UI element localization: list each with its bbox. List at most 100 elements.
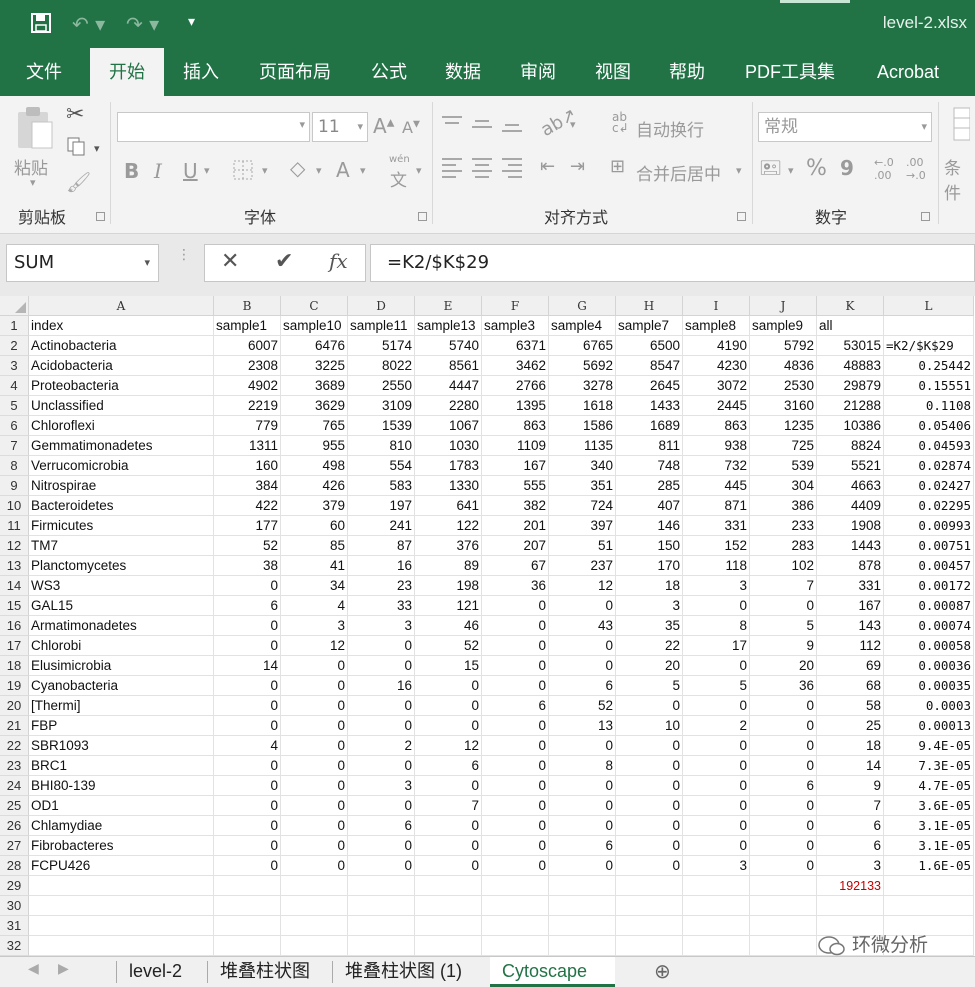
cell-a32[interactable]	[29, 936, 214, 956]
cell-f3[interactable]: 3462	[482, 356, 549, 376]
cell-a30[interactable]	[29, 896, 214, 916]
cell-h23[interactable]: 0	[616, 756, 683, 776]
tab-insert[interactable]: 插入	[172, 48, 230, 96]
tab-home[interactable]: 开始	[90, 48, 164, 96]
cell-i15[interactable]: 0	[683, 596, 750, 616]
cell-j27[interactable]: 0	[750, 836, 817, 856]
cell-l23[interactable]: 7.3E-05	[884, 756, 974, 776]
cell-k3[interactable]: 48883	[817, 356, 884, 376]
cell-b15[interactable]: 6	[214, 596, 281, 616]
cell-l1[interactable]	[884, 316, 974, 336]
cell-h24[interactable]: 0	[616, 776, 683, 796]
cell-c31[interactable]	[281, 916, 348, 936]
cell-k29[interactable]: 192133	[817, 876, 884, 896]
accounting-format-icon[interactable]: 🖭	[760, 156, 781, 186]
cell-c24[interactable]: 0	[281, 776, 348, 796]
cell-k9[interactable]: 4663	[817, 476, 884, 496]
cell-g8[interactable]: 340	[549, 456, 616, 476]
cell-j25[interactable]: 0	[750, 796, 817, 816]
cell-b8[interactable]: 160	[214, 456, 281, 476]
cell-i27[interactable]: 0	[683, 836, 750, 856]
cell-i14[interactable]: 3	[683, 576, 750, 596]
cell-f14[interactable]: 36	[482, 576, 549, 596]
cell-e29[interactable]	[415, 876, 482, 896]
cell-j2[interactable]: 5792	[750, 336, 817, 356]
column-header-i[interactable]: I	[683, 296, 750, 316]
cell-d18[interactable]: 0	[348, 656, 415, 676]
row-header[interactable]: 6	[0, 416, 29, 436]
increase-font-size-icon[interactable]: A▲	[373, 114, 394, 138]
cell-k11[interactable]: 1908	[817, 516, 884, 536]
decrease-decimal-button[interactable]: .00 →.0	[906, 156, 926, 182]
cell-b21[interactable]: 0	[214, 716, 281, 736]
cell-j12[interactable]: 283	[750, 536, 817, 556]
cell-k14[interactable]: 331	[817, 576, 884, 596]
cell-k25[interactable]: 7	[817, 796, 884, 816]
cell-f23[interactable]: 0	[482, 756, 549, 776]
cell-l19[interactable]: 0.00035	[884, 676, 974, 696]
cell-k2[interactable]: 53015	[817, 336, 884, 356]
cell-j6[interactable]: 1235	[750, 416, 817, 436]
cell-d7[interactable]: 810	[348, 436, 415, 456]
cell-d3[interactable]: 8022	[348, 356, 415, 376]
align-right-icon[interactable]	[502, 158, 524, 180]
cell-h3[interactable]: 8547	[616, 356, 683, 376]
cell-f22[interactable]: 0	[482, 736, 549, 756]
cell-b6[interactable]: 779	[214, 416, 281, 436]
cell-l8[interactable]: 0.02874	[884, 456, 974, 476]
cell-b2[interactable]: 6007	[214, 336, 281, 356]
cell-i19[interactable]: 5	[683, 676, 750, 696]
cell-h26[interactable]: 0	[616, 816, 683, 836]
cell-l6[interactable]: 0.05406	[884, 416, 974, 436]
cell-f28[interactable]: 0	[482, 856, 549, 876]
merge-center-icon[interactable]: ⊞	[610, 156, 625, 177]
cell-f2[interactable]: 6371	[482, 336, 549, 356]
cell-k21[interactable]: 25	[817, 716, 884, 736]
cell-c26[interactable]: 0	[281, 816, 348, 836]
cell-j17[interactable]: 9	[750, 636, 817, 656]
cell-e24[interactable]: 0	[415, 776, 482, 796]
cell-l29[interactable]	[884, 876, 974, 896]
cell-k28[interactable]: 3	[817, 856, 884, 876]
fill-color-dropdown-icon[interactable]: ▾	[316, 164, 322, 177]
cell-g18[interactable]: 0	[549, 656, 616, 676]
cell-i23[interactable]: 0	[683, 756, 750, 776]
cell-c10[interactable]: 379	[281, 496, 348, 516]
cell-d9[interactable]: 583	[348, 476, 415, 496]
insert-function-icon[interactable]: fx	[329, 249, 348, 273]
cell-c2[interactable]: 6476	[281, 336, 348, 356]
cell-i30[interactable]	[683, 896, 750, 916]
cell-j19[interactable]: 36	[750, 676, 817, 696]
cell-j3[interactable]: 4836	[750, 356, 817, 376]
tab-review[interactable]: 审阅	[509, 48, 567, 96]
cell-g22[interactable]: 0	[549, 736, 616, 756]
cell-d14[interactable]: 23	[348, 576, 415, 596]
cell-c16[interactable]: 3	[281, 616, 348, 636]
cell-d31[interactable]	[348, 916, 415, 936]
cell-c17[interactable]: 12	[281, 636, 348, 656]
cell-e6[interactable]: 1067	[415, 416, 482, 436]
column-header-f[interactable]: F	[482, 296, 549, 316]
cell-d15[interactable]: 33	[348, 596, 415, 616]
cell-i2[interactable]: 4190	[683, 336, 750, 356]
cell-b18[interactable]: 14	[214, 656, 281, 676]
cell-k5[interactable]: 21288	[817, 396, 884, 416]
cell-e15[interactable]: 121	[415, 596, 482, 616]
borders-icon[interactable]	[232, 159, 254, 185]
row-header[interactable]: 21	[0, 716, 29, 736]
cell-a10[interactable]: Bacteroidetes	[29, 496, 214, 516]
increase-decimal-button[interactable]: ←.0 .00	[874, 156, 894, 182]
cell-g26[interactable]: 0	[549, 816, 616, 836]
cell-c3[interactable]: 3225	[281, 356, 348, 376]
align-center-icon[interactable]	[472, 158, 494, 180]
cell-d26[interactable]: 6	[348, 816, 415, 836]
column-header-l[interactable]: L	[884, 296, 974, 316]
cell-l11[interactable]: 0.00993	[884, 516, 974, 536]
cell-i6[interactable]: 863	[683, 416, 750, 436]
cell-b22[interactable]: 4	[214, 736, 281, 756]
cell-d5[interactable]: 3109	[348, 396, 415, 416]
copy-icon[interactable]	[66, 136, 90, 162]
cell-k26[interactable]: 6	[817, 816, 884, 836]
merge-center-dropdown-icon[interactable]: ▾	[736, 164, 742, 177]
cell-a19[interactable]: Cyanobacteria	[29, 676, 214, 696]
